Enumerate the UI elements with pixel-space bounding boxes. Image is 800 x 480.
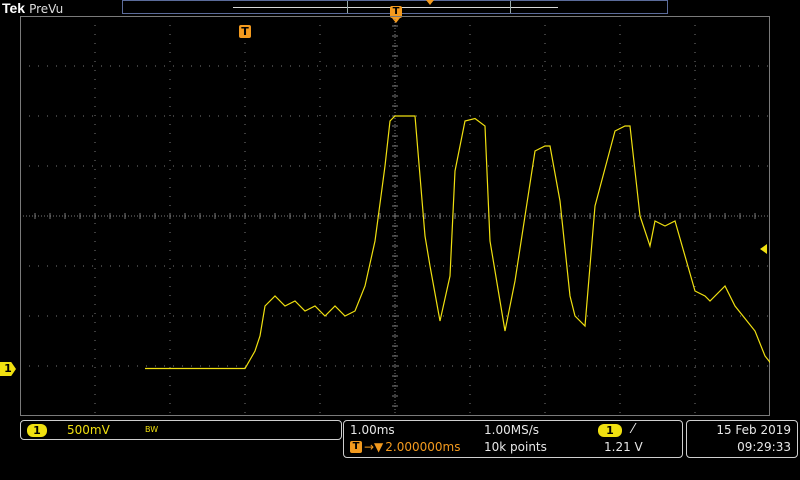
timebase-scale: 1.00ms: [350, 423, 395, 437]
record-length: 10k points: [484, 440, 547, 454]
waveform-graticule: [20, 16, 770, 416]
channel-1-waveform: [145, 115, 770, 370]
time-display: 09:29:33: [737, 440, 791, 454]
date-time-box[interactable]: 15 Feb 2019 09:29:33: [686, 420, 798, 458]
trigger-icon: T: [350, 441, 362, 453]
trigger-delay: T →▼ 2.000000ms: [350, 440, 461, 454]
trigger-level-arrow-icon[interactable]: [760, 244, 767, 254]
acquisition-mode: PreVu: [29, 2, 64, 16]
horizontal-status-box[interactable]: 1.00ms 1.00MS/s T →▼ 2.000000ms 10k poin…: [343, 420, 683, 458]
brand-header: Tek PreVu: [2, 0, 63, 16]
channel-scale: 500mV: [67, 423, 110, 437]
sample-rate: 1.00MS/s: [484, 423, 539, 437]
date-display: 15 Feb 2019: [716, 423, 791, 437]
channel-number-badge[interactable]: 1: [27, 424, 47, 437]
brand-logo: Tek: [2, 0, 26, 16]
channel-status-box[interactable]: 1 500mV BW: [20, 420, 342, 440]
trigger-time-marker[interactable]: T: [239, 25, 251, 38]
trigger-delay-value: 2.000000ms: [385, 440, 461, 454]
grid-lines: [20, 16, 770, 416]
bandwidth-limit-icon: BW: [145, 425, 159, 434]
trigger-level: 1.21 V: [604, 440, 643, 454]
channel-1-ground-marker[interactable]: 1: [0, 362, 16, 376]
rising-edge-icon[interactable]: ⁄: [632, 422, 634, 437]
delay-arrow-icon: →▼: [364, 440, 384, 454]
trigger-source-badge[interactable]: 1: [598, 424, 622, 437]
record-trigger-icon: [426, 0, 434, 5]
